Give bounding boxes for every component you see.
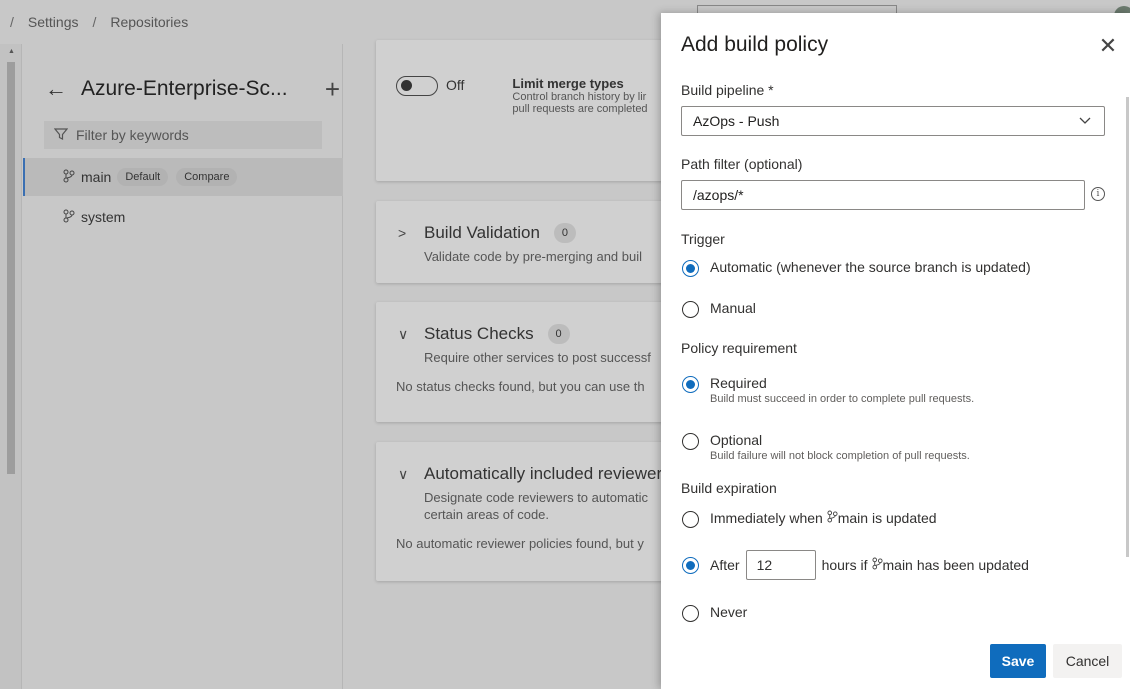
filter-funnel-icon (53, 127, 69, 144)
status-checks-title: Status Checks (424, 324, 534, 343)
merge-types-title: Limit merge types (512, 76, 624, 91)
count-badge: 0 (547, 324, 570, 344)
radio-label: Optional (710, 432, 763, 448)
expiration-never-radio[interactable]: Never (682, 604, 747, 622)
count-badge: 0 (553, 223, 576, 243)
branch-item-system[interactable]: system (23, 198, 343, 236)
branch-name: main (837, 510, 869, 526)
breadcrumb-separator: / (92, 14, 97, 30)
default-badge: Default (117, 168, 169, 186)
trigger-automatic-radio[interactable]: Automatic (whenever the source branch is… (682, 259, 1031, 277)
breadcrumb-separator: / (10, 14, 14, 30)
back-arrow-icon[interactable]: ← (45, 76, 67, 102)
branch-filter-input[interactable]: Filter by keywords (44, 121, 322, 149)
toggle-state-label: Off (446, 77, 465, 93)
merge-types-desc: pull requests are completed (512, 103, 648, 115)
merge-types-toggle[interactable] (396, 76, 438, 96)
chevron-right-icon[interactable]: > (398, 225, 412, 241)
chevron-down-icon[interactable]: ∨ (398, 466, 412, 483)
expiration-after-radio[interactable]: After 12 hours if main has been updated (682, 550, 1029, 580)
add-branch-plus-icon[interactable]: + (325, 74, 340, 105)
info-icon[interactable]: i (1091, 187, 1105, 201)
breadcrumb-settings[interactable]: Settings (28, 14, 79, 30)
branch-name: system (81, 209, 126, 225)
build-pipeline-label: Build pipeline * (681, 82, 774, 98)
chevron-down-icon (1078, 113, 1092, 130)
panel-title: Add build policy (681, 33, 829, 56)
compare-badge[interactable]: Compare (176, 168, 238, 186)
cancel-button[interactable]: Cancel (1053, 644, 1122, 678)
filter-placeholder: Filter by keywords (76, 127, 189, 143)
radio-button[interactable] (682, 557, 699, 574)
radio-button[interactable] (682, 301, 699, 318)
radio-label: Never (710, 604, 748, 620)
radio-label: Required (710, 375, 767, 391)
expiration-immediately-radio[interactable]: Immediately when main is updated (682, 510, 937, 528)
branch-name: main (882, 557, 913, 573)
radio-label: Immediately when (710, 510, 823, 526)
radio-label: After (710, 557, 740, 573)
radio-sublabel: Build must succeed in order to complete … (710, 393, 975, 405)
radio-label: is updated (871, 510, 937, 526)
path-filter-input[interactable]: /azops/* (681, 180, 1085, 210)
path-filter-value: /azops/* (693, 187, 744, 203)
path-filter-label: Path filter (optional) (681, 156, 803, 172)
radio-button[interactable] (682, 376, 699, 393)
radio-button[interactable] (682, 433, 699, 450)
repo-name[interactable]: Azure-Enterprise-Sc... (81, 77, 325, 101)
radio-button[interactable] (682, 260, 699, 277)
trigger-label: Trigger (681, 231, 725, 247)
save-button[interactable]: Save (990, 644, 1046, 678)
branch-icon (63, 169, 75, 186)
chevron-down-icon[interactable]: ∨ (398, 326, 412, 343)
radio-sublabel: Build failure will not block completion … (710, 450, 970, 462)
radio-button[interactable] (682, 511, 699, 528)
build-pipeline-value: AzOps - Push (693, 113, 780, 129)
add-build-policy-panel: Add build policy ✕ Build pipeline * AzOp… (661, 13, 1130, 689)
radio-label: Automatic (whenever the source branch is… (710, 259, 1031, 275)
panel-scrollbar[interactable] (1126, 97, 1129, 557)
radio-label: Manual (710, 300, 756, 316)
breadcrumb-repositories[interactable]: Repositories (110, 14, 188, 30)
requirement-optional-radio[interactable]: Optional Build failure will not block co… (682, 432, 970, 462)
close-icon[interactable]: ✕ (1097, 35, 1119, 57)
requirement-required-radio[interactable]: Required Build must succeed in order to … (682, 375, 974, 405)
trigger-manual-radio[interactable]: Manual (682, 300, 756, 318)
policy-requirement-label: Policy requirement (681, 340, 797, 356)
branch-icon (871, 557, 883, 573)
build-pipeline-dropdown[interactable]: AzOps - Push (681, 106, 1105, 136)
radio-button[interactable] (682, 605, 699, 622)
radio-label: hours if (821, 557, 868, 573)
build-validation-title: Build Validation (424, 223, 540, 242)
repo-header: ← Azure-Enterprise-Sc... + (45, 74, 340, 104)
branches-panel: ← Azure-Enterprise-Sc... + Filter by key… (23, 44, 343, 689)
expiration-hours-input[interactable]: 12 (745, 550, 816, 580)
branch-name: main (81, 169, 112, 185)
radio-label: has been updated (916, 557, 1029, 573)
branch-icon (827, 510, 838, 526)
scroll-up-arrow-icon[interactable]: ▲ (8, 48, 15, 55)
merge-types-desc: Control branch history by lir (512, 91, 647, 103)
reviewers-title: Automatically included reviewer (424, 464, 663, 483)
branch-icon (63, 209, 75, 226)
branch-item-main[interactable]: main Default Compare (23, 158, 343, 196)
page-scrollbar[interactable]: ▲ (0, 44, 22, 689)
scrollbar-thumb[interactable] (7, 62, 15, 474)
build-expiration-label: Build expiration (681, 480, 777, 496)
